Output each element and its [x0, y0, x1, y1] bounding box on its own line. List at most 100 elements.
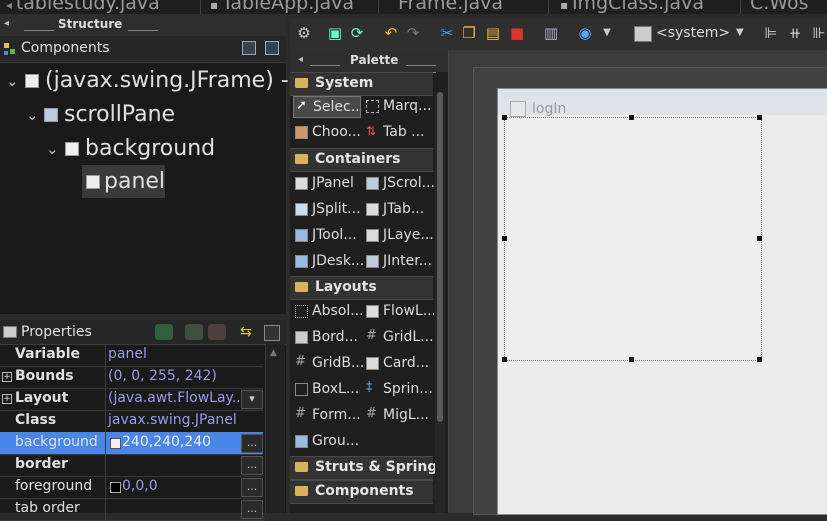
show-events-icon[interactable] [155, 324, 173, 340]
palette-item-choose[interactable]: Choo... [293, 122, 363, 144]
palette-category-components[interactable]: Components [290, 480, 433, 504]
layout-dropdown-button[interactable]: ▾ [241, 390, 263, 409]
palette-item-jinternalframe[interactable]: JInter... [364, 251, 434, 273]
redo-icon[interactable]: ↷ [404, 24, 422, 42]
editor-tab[interactable]: Frame.java [398, 0, 503, 14]
properties-scrollbar[interactable]: ▲ [265, 344, 285, 513]
globe-icon[interactable]: ◉ [576, 24, 594, 42]
delete-icon[interactable]: ■ [508, 24, 526, 42]
palette-category-containers[interactable]: Containers [290, 148, 433, 172]
palette-item-jsplitpane[interactable]: JSplit... [293, 199, 363, 221]
resize-handle[interactable] [629, 357, 634, 362]
resize-handle[interactable] [629, 115, 634, 120]
ellipsis-button[interactable]: ... [241, 434, 263, 453]
property-value[interactable]: (0, 0, 255, 242) [108, 368, 217, 384]
collapse-all-icon[interactable] [265, 41, 279, 55]
form-icon[interactable]: ▥ [542, 24, 560, 42]
ellipsis-button[interactable]: ... [241, 456, 263, 475]
property-row[interactable]: border ... [0, 454, 263, 477]
ellipsis-button[interactable]: ... [241, 500, 263, 519]
chevron-down-icon[interactable]: ▼ [598, 24, 616, 42]
property-row-selected[interactable]: background 240,240,240 ... [0, 432, 263, 455]
palette-item-jscrollpane[interactable]: JScrol... [364, 173, 434, 195]
property-row[interactable]: tab order ... [0, 498, 263, 521]
palette-item-box-layout[interactable]: BoxL... [293, 379, 363, 401]
look-and-feel-dropdown[interactable]: <system> ▼ [632, 24, 752, 44]
tree-node-panel-selected[interactable]: panel [82, 165, 165, 198]
editor-tab[interactable]: ◂ tablestudy.java [6, 0, 160, 14]
folder-icon [295, 462, 308, 472]
property-value[interactable]: 0,0,0 [122, 478, 158, 494]
palette-item-selection[interactable]: ➚ Selec... [293, 96, 361, 118]
resize-handle[interactable] [502, 236, 507, 241]
scroll-up-icon[interactable]: ▲ [270, 348, 277, 358]
palette-item-jlayeredpane[interactable]: JLaye... [364, 225, 434, 247]
palette-category-struts-springs[interactable]: Struts & Springs [290, 456, 446, 480]
align-left-icon[interactable]: ⊫ [762, 24, 780, 42]
expand-icon[interactable]: + [2, 372, 12, 382]
ellipsis-button[interactable]: ... [241, 478, 263, 497]
undo-icon[interactable]: ↶ [382, 24, 400, 42]
palette-item-card-layout[interactable]: Card... [364, 353, 434, 375]
selected-panel[interactable] [504, 117, 762, 361]
goto-definition-icon[interactable] [185, 324, 203, 340]
editor-tab[interactable]: ▪ ImgClass.java [560, 0, 704, 14]
palette-item-tab-order[interactable]: ⇅ Tab ... [364, 122, 434, 144]
palette-item-jpanel[interactable]: JPanel [293, 173, 363, 195]
refresh-icon[interactable]: ⟳ [348, 24, 366, 42]
editor-tab[interactable]: ▪ TableApp.java [210, 0, 354, 14]
collapse-arrow-icon[interactable]: ◂ [298, 54, 303, 65]
property-row[interactable]: Class javax.swing.JPanel [0, 410, 263, 433]
palette-item-flow-layout[interactable]: FlowL... [364, 301, 434, 323]
property-row[interactable]: + Layout (java.awt.FlowLay... ▾ [0, 388, 263, 411]
test-gui-icon[interactable]: ⚙ [295, 24, 313, 42]
resize-handle[interactable] [757, 115, 762, 120]
palette-category-system[interactable]: System [290, 72, 433, 96]
menu-icon[interactable] [264, 325, 280, 341]
chevron-down-icon[interactable]: ⌄ [46, 140, 59, 158]
align-right-icon[interactable]: ⊪ [810, 24, 827, 42]
resize-handle[interactable] [502, 115, 507, 120]
palette-category-layouts[interactable]: Layouts [290, 276, 433, 300]
paste-icon[interactable]: ▤ [484, 24, 502, 42]
resize-handle[interactable] [757, 236, 762, 241]
palette-item-jtoolbar[interactable]: JTool... [293, 225, 363, 247]
expand-icon[interactable]: + [2, 394, 12, 404]
editor-tab[interactable]: C.Wos [750, 0, 809, 14]
palette-scrollbar[interactable] [435, 92, 445, 513]
chevron-down-icon[interactable]: ⌄ [6, 72, 19, 90]
convert-local-icon[interactable]: ⇆ [240, 324, 258, 340]
palette-item-absolute-layout[interactable]: Absol... [293, 301, 363, 323]
reparse-icon[interactable]: ▣ [326, 24, 344, 42]
tree-node-scrollpane[interactable]: scrollPane [64, 102, 175, 127]
show-advanced-icon[interactable] [208, 324, 226, 340]
property-value[interactable]: javax.swing.JPanel [108, 412, 237, 428]
align-center-icon[interactable]: ⧺ [786, 24, 804, 42]
tree-node-background[interactable]: background [85, 136, 215, 161]
collapse-arrow-icon[interactable]: ◂ [4, 18, 9, 29]
property-value[interactable]: 240,240,240 [122, 434, 211, 450]
palette-item-gridbag-layout[interactable]: # GridB... [293, 353, 363, 375]
property-row[interactable]: foreground 0,0,0 ... [0, 476, 263, 499]
chevron-down-icon[interactable]: ⌄ [26, 106, 39, 124]
palette-scroll-thumb[interactable] [437, 92, 443, 422]
property-value[interactable]: panel [108, 346, 147, 362]
resize-handle[interactable] [502, 357, 507, 362]
palette-item-marquee[interactable]: Marq... [364, 96, 434, 118]
property-value[interactable]: (java.awt.FlowLay... [108, 390, 245, 406]
expand-all-icon[interactable] [242, 41, 256, 55]
palette-item-grid-layout[interactable]: # GridL... [364, 327, 434, 349]
palette-item-spring-layout[interactable]: ‡ Sprin... [364, 379, 434, 401]
property-row[interactable]: + Bounds (0, 0, 255, 242) [0, 366, 263, 389]
tree-node-frame[interactable]: (javax.swing.JFrame) - " [45, 68, 306, 93]
copy-icon[interactable]: ❐ [460, 24, 478, 42]
palette-item-border-layout[interactable]: Bord... [293, 327, 363, 349]
palette-item-mig-layout[interactable]: # MigL... [364, 405, 434, 427]
property-row[interactable]: Variable panel [0, 344, 263, 367]
cut-icon[interactable]: ✂ [438, 24, 456, 42]
palette-item-jtabbedpane[interactable]: JTab... [364, 199, 434, 221]
palette-item-jdesktoppane[interactable]: JDesk... [293, 251, 363, 273]
palette-item-group-layout[interactable]: Grou... [293, 431, 363, 453]
resize-handle[interactable] [757, 357, 762, 362]
palette-item-form-layout[interactable]: # Form... [293, 405, 363, 427]
